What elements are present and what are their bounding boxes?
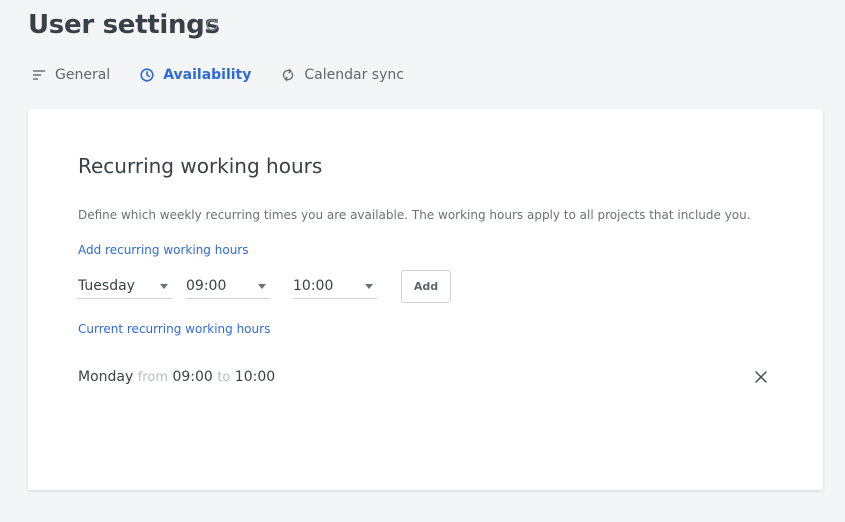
hours-start: 09:00 bbox=[172, 369, 213, 385]
refresh-icon[interactable] bbox=[205, 18, 219, 32]
day-select[interactable]: Tuesday bbox=[78, 273, 172, 299]
tab-availability[interactable]: Availability bbox=[140, 67, 251, 83]
tab-general[interactable]: General bbox=[32, 67, 110, 83]
hours-end: 10:00 bbox=[234, 369, 276, 385]
sync-icon bbox=[283, 68, 294, 82]
tab-general-label: General bbox=[55, 67, 111, 83]
end-time-value: 10:00 bbox=[293, 278, 334, 294]
end-time-select[interactable]: 10:00 bbox=[293, 273, 377, 299]
tab-availability-label: Availability bbox=[163, 67, 252, 83]
add-hours-heading: Add recurring working hours bbox=[78, 243, 249, 257]
hours-day: Monday bbox=[78, 369, 134, 385]
close-icon[interactable] bbox=[755, 371, 767, 383]
hours-from-word: from bbox=[137, 370, 168, 385]
availability-card: Recurring working hours Define which wee… bbox=[28, 109, 823, 490]
start-time-value: 09:00 bbox=[186, 278, 227, 294]
sort-lines-icon bbox=[33, 70, 45, 80]
list-item: Monday from 09:00 to 10:00 bbox=[78, 367, 275, 388]
page-title: User settings bbox=[28, 10, 220, 40]
tab-calendar-sync[interactable]: Calendar sync bbox=[281, 67, 404, 83]
section-description: Define which weekly recurring times you … bbox=[78, 208, 751, 222]
hours-to-word: to bbox=[217, 370, 231, 385]
caret-down-icon bbox=[160, 284, 168, 289]
section-title: Recurring working hours bbox=[78, 154, 323, 178]
current-hours-heading: Current recurring working hours bbox=[78, 322, 271, 336]
start-time-select[interactable]: 09:00 bbox=[186, 273, 270, 299]
caret-down-icon bbox=[365, 284, 373, 289]
clock-icon bbox=[140, 68, 154, 82]
add-button[interactable]: Add bbox=[401, 270, 451, 303]
settings-tabs: General Availability Calendar sync bbox=[32, 62, 434, 88]
day-select-value: Tuesday bbox=[78, 278, 135, 294]
caret-down-icon bbox=[258, 284, 266, 289]
tab-calendar-sync-label: Calendar sync bbox=[304, 67, 404, 83]
